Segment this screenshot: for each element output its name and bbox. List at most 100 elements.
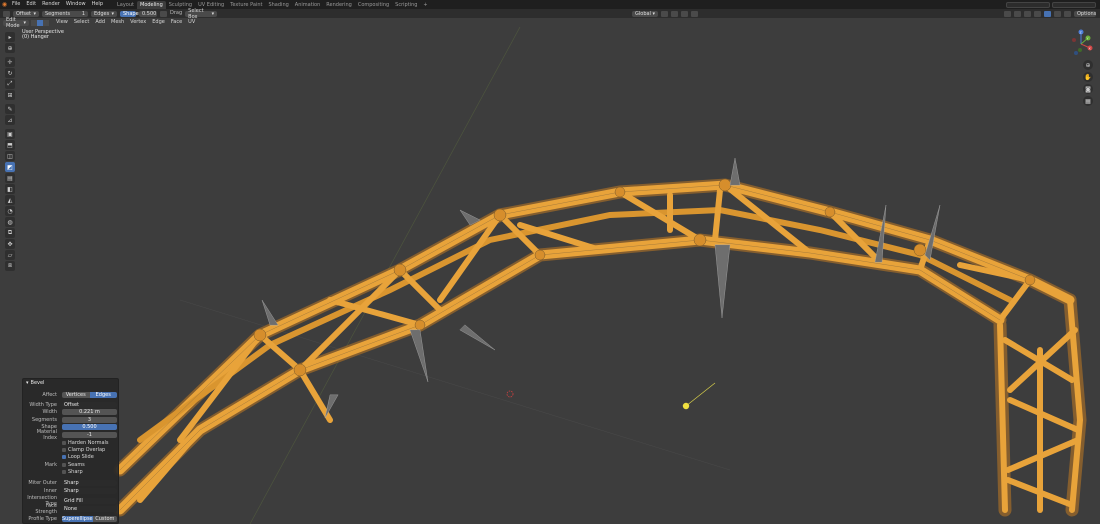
bevel-icon[interactable]: ◩ <box>5 162 15 172</box>
shading-rendered-icon[interactable] <box>1064 10 1071 17</box>
annotate-icon[interactable]: ✎ <box>5 104 15 114</box>
perspective-toggle-icon[interactable]: ▦ <box>1083 96 1093 106</box>
shading-solid-icon[interactable] <box>1044 10 1051 17</box>
clamp-overlap-checkbox[interactable]: Clamp Overlap <box>62 447 105 453</box>
menu-face[interactable]: Face <box>168 18 185 27</box>
menu-view[interactable]: View <box>53 18 71 27</box>
3d-cursor[interactable] <box>506 390 514 398</box>
scene-selector[interactable] <box>1006 1 1050 8</box>
overlays-icon[interactable] <box>1014 10 1021 17</box>
options-dropdown[interactable]: Options <box>1074 10 1096 17</box>
profile-custom-button[interactable]: Custom <box>92 515 117 522</box>
intersection-type-dropdown[interactable]: Grid Fill <box>62 497 117 504</box>
shear-icon[interactable]: ▱ <box>5 250 15 260</box>
tab-layout[interactable]: Layout <box>114 1 137 9</box>
3d-viewport[interactable] <box>0 27 1100 524</box>
measure-icon[interactable]: ⊿ <box>5 115 15 125</box>
extrude-icon[interactable]: ⬒ <box>5 140 15 150</box>
smooth-icon[interactable]: ◍ <box>5 217 15 227</box>
viewport-gizmo-icon[interactable] <box>1004 10 1011 17</box>
menu-render[interactable]: Render <box>39 0 63 9</box>
tab-texture-paint[interactable]: Texture Paint <box>227 1 265 9</box>
falloff-icon[interactable] <box>691 10 698 17</box>
shape-value-field[interactable]: 0.500 <box>139 10 157 17</box>
light-object[interactable] <box>682 402 690 410</box>
face-select-icon[interactable] <box>43 19 49 26</box>
transform-orientation-dropdown[interactable]: Global ▾ <box>632 10 658 17</box>
bevel-panel-header[interactable]: ▾ Bevel <box>23 379 118 387</box>
loop-slide-checkbox[interactable]: Loop Slide <box>62 454 94 460</box>
menu-file[interactable]: File <box>9 0 23 9</box>
scale-icon[interactable]: ⤢ <box>5 79 15 89</box>
shading-material-icon[interactable] <box>1054 10 1061 17</box>
navigation-gizmo[interactable]: Z X Y <box>1066 28 1096 58</box>
transform-icon[interactable]: ⊞ <box>5 90 15 100</box>
snap-icon[interactable] <box>160 10 167 17</box>
tab-modeling[interactable]: Modeling <box>137 1 166 9</box>
tab-shading[interactable]: Shading <box>265 1 291 9</box>
edge-slide-icon[interactable]: ⧉ <box>5 228 15 238</box>
menu-edit[interactable]: Edit <box>23 0 39 9</box>
affect-edges-button[interactable]: Edges <box>89 391 117 398</box>
collapse-chevron-icon[interactable]: ▾ <box>26 379 29 387</box>
zoom-icon[interactable]: ⊕ <box>1083 60 1093 70</box>
menu-vertex[interactable]: Vertex <box>127 18 149 27</box>
menu-help[interactable]: Help <box>89 0 106 9</box>
viewport-menus: View Select Add Mesh Vertex Edge Face UV <box>53 18 198 27</box>
tab-rendering[interactable]: Rendering <box>323 1 355 9</box>
mark-seams-row: Mark Seams <box>44 461 85 468</box>
inset-icon[interactable]: ◫ <box>5 151 15 161</box>
loop-cut-icon[interactable]: ▤ <box>5 173 15 183</box>
width-field[interactable]: 0.221 m <box>62 408 117 415</box>
spin-icon[interactable]: ◔ <box>5 206 15 216</box>
inner-miter-dropdown[interactable]: Sharp <box>62 487 117 494</box>
menu-window[interactable]: Window <box>63 0 89 9</box>
segments-field[interactable]: 3 <box>62 416 117 423</box>
shape-label-field[interactable]: Shape <box>120 10 139 17</box>
svg-text:Z: Z <box>1080 31 1082 35</box>
blender-logo-icon[interactable]: ◉ <box>0 0 9 9</box>
mark-seams-checkbox[interactable]: Seams <box>62 462 85 468</box>
drag-dropdown[interactable]: Select Box ▾ <box>185 8 218 20</box>
pan-hand-icon[interactable]: ✋ <box>1083 72 1093 82</box>
select-box-icon[interactable]: ▸ <box>5 32 15 42</box>
xray-icon[interactable] <box>1024 10 1031 17</box>
menu-uv[interactable]: UV <box>185 18 198 27</box>
tab-animation[interactable]: Animation <box>292 1 324 9</box>
menu-add[interactable]: Add <box>92 18 108 27</box>
add-workspace-button[interactable]: + <box>420 1 430 9</box>
shape-slider[interactable]: 0.500 <box>62 423 117 430</box>
move-icon[interactable]: ✛ <box>5 57 15 67</box>
snapping-icon[interactable] <box>671 10 678 17</box>
menu-mesh[interactable]: Mesh <box>108 18 127 27</box>
tab-scripting[interactable]: Scripting <box>392 1 420 9</box>
profile-superellipse-button[interactable]: Superellipse <box>62 515 93 522</box>
poly-build-icon[interactable]: ◭ <box>5 195 15 205</box>
pivot-point-icon[interactable] <box>661 10 668 17</box>
add-cube-icon[interactable]: ▣ <box>5 129 15 139</box>
face-strength-dropdown[interactable]: None <box>62 505 117 512</box>
tab-compositing[interactable]: Compositing <box>355 1 392 9</box>
rip-region-icon[interactable]: ⧈ <box>5 261 15 271</box>
view-layer-selector[interactable] <box>1052 1 1096 8</box>
segments-field[interactable]: Segments 1 <box>42 10 88 17</box>
menu-select[interactable]: Select <box>71 18 92 27</box>
rotate-icon[interactable]: ↻ <box>5 68 15 78</box>
miter-outer-dropdown[interactable]: Sharp <box>62 479 117 486</box>
affect-vertices-button[interactable]: Vertices <box>62 391 90 398</box>
segments-row: Segments 3 <box>23 416 120 423</box>
mode-dropdown[interactable]: Edit Mode ▾ <box>3 17 29 29</box>
hanger-mesh[interactable] <box>113 157 1087 517</box>
affect-dropdown[interactable]: Edges ▾ <box>91 10 117 17</box>
mark-sharp-checkbox[interactable]: Sharp <box>62 469 83 475</box>
width-type-dropdown[interactable]: Offset <box>62 401 117 408</box>
knife-icon[interactable]: ◧ <box>5 184 15 194</box>
material-index-field[interactable]: -1 <box>62 431 117 438</box>
cursor-icon[interactable]: ⊕ <box>5 43 15 53</box>
proportional-editing-icon[interactable] <box>681 10 688 17</box>
shrink-fatten-icon[interactable]: ✥ <box>5 239 15 249</box>
harden-normals-checkbox[interactable]: Harden Normals <box>62 440 109 446</box>
shading-wireframe-icon[interactable] <box>1034 10 1041 17</box>
menu-edge[interactable]: Edge <box>149 18 168 27</box>
camera-view-icon[interactable]: ◙ <box>1083 84 1093 94</box>
